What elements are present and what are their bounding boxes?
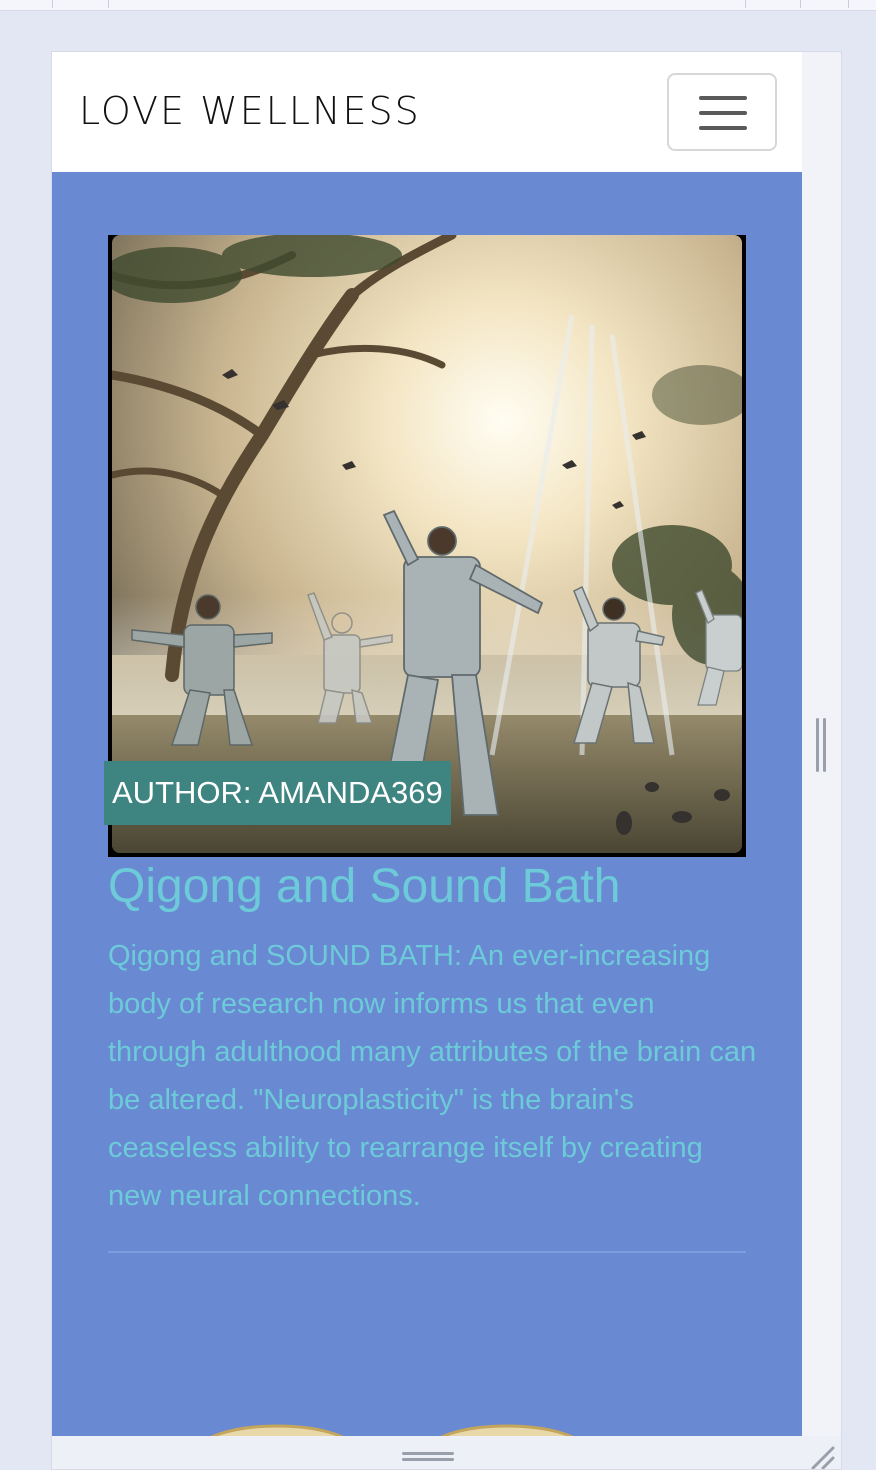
author-badge: AUTHOR: AMANDA369 xyxy=(104,761,451,825)
drag-handle-icon[interactable] xyxy=(402,1452,454,1462)
next-post-image[interactable] xyxy=(52,1392,802,1436)
navbar-toggle-button[interactable] xyxy=(667,73,777,151)
page-viewport[interactable]: LOVE WELLNESS AUTHOR: AMANDA369 Qigong a… xyxy=(52,52,802,1436)
resize-handle-icon[interactable] xyxy=(807,1442,835,1470)
device-frame: LOVE WELLNESS AUTHOR: AMANDA369 Qigong a… xyxy=(51,51,842,1470)
navbar: LOVE WELLNESS xyxy=(52,52,802,172)
scrollbar-grip[interactable] xyxy=(816,718,828,772)
browser-top-strip xyxy=(0,0,876,11)
next-post-image-preview xyxy=(210,1424,574,1436)
post-title[interactable]: Qigong and Sound Bath xyxy=(108,852,758,922)
post-excerpt: Qigong and SOUND BATH: An ever-increasin… xyxy=(108,940,757,1212)
brand-logo-link[interactable]: LOVE WELLNESS xyxy=(79,88,421,134)
bottom-bar xyxy=(52,1436,841,1470)
post-divider xyxy=(108,1251,746,1253)
